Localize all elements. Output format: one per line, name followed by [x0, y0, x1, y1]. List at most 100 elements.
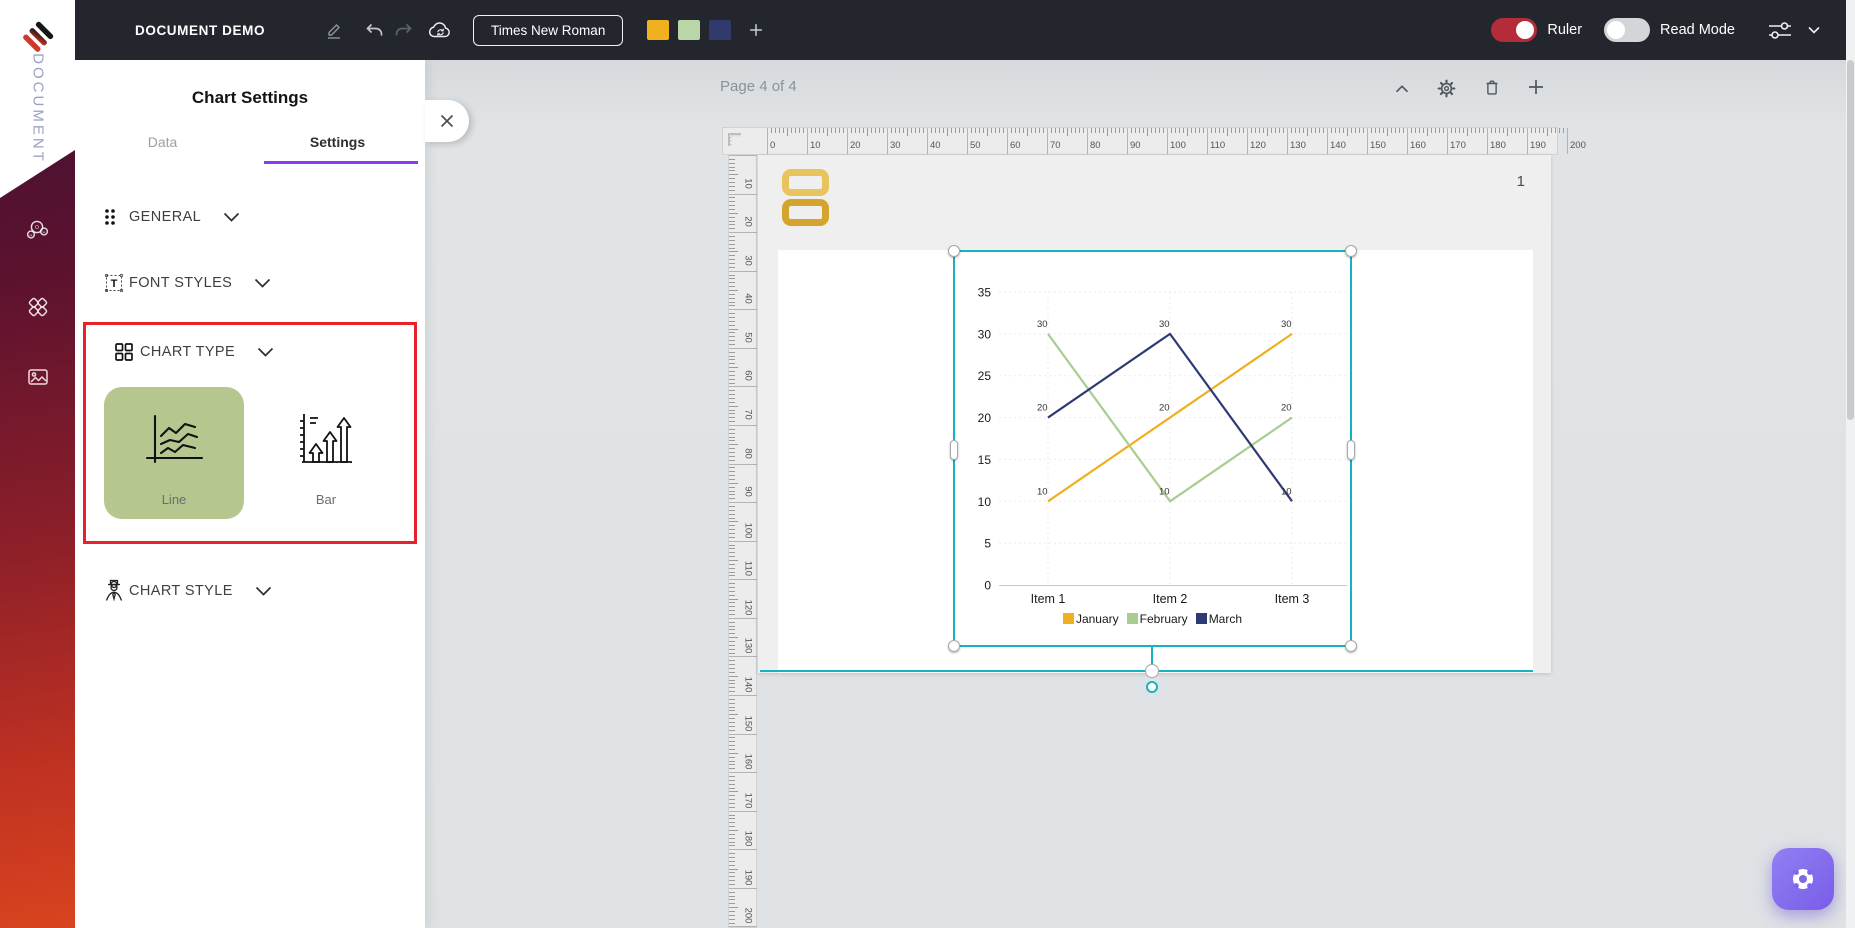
section-general[interactable]: GENERAL [75, 204, 425, 230]
toggle-knob [1607, 21, 1626, 39]
resize-handle-bottom-center[interactable] [1145, 664, 1159, 678]
svg-text:Item 1: Item 1 [1031, 592, 1066, 606]
option-label: Bar [315, 492, 337, 507]
swatch-navy[interactable] [709, 20, 732, 40]
svg-text:5: 5 [984, 537, 991, 551]
shapes-icon[interactable] [23, 292, 53, 322]
chevron-down-icon[interactable] [255, 586, 272, 597]
ruler-toggle[interactable] [1491, 18, 1538, 42]
sliders-icon[interactable] [1765, 15, 1795, 45]
svg-text:H: H [29, 232, 32, 237]
chart-settings-panel: Chart Settings Data Settings GENERAL T F… [75, 60, 425, 928]
chart-type-highlight-box: CHART TYPE Line Bar [83, 322, 417, 544]
legend-swatch [1195, 613, 1207, 624]
chart-type-option-line[interactable]: Line [104, 387, 244, 519]
legend-item: March [1195, 612, 1242, 626]
section-font-styles[interactable]: T FONT STYLES [75, 270, 425, 296]
resize-handle-bottom-right[interactable] [1345, 640, 1357, 652]
page-number: 1 [1516, 173, 1525, 190]
resize-handle-top-right[interactable] [1345, 245, 1357, 257]
line-chart-plot: 0 5 10 15 20 25 30 35 Item 1 Item 2 Item 3 10 20 30 30… [978, 286, 1347, 606]
svg-text:30: 30 [1159, 319, 1170, 330]
chart-type-option-bar[interactable]: Bar [256, 387, 396, 519]
page-scrollbar[interactable] [1846, 0, 1855, 928]
page-indicator: Page 4 of 4 [720, 78, 797, 95]
gear-icon[interactable] [1433, 75, 1459, 101]
chart-type-icon [114, 342, 140, 362]
svg-text:H: H [42, 229, 45, 234]
section-chart-style[interactable]: CHART STYLE [75, 578, 425, 604]
chevron-down-icon[interactable] [1799, 15, 1829, 45]
section-label: CHART TYPE [140, 344, 236, 360]
resize-handle-bottom-left[interactable] [948, 640, 960, 652]
chevron-down-icon[interactable] [257, 347, 274, 358]
svg-text:30: 30 [1037, 319, 1048, 330]
document-title: DOCUMENT DEMO [135, 22, 266, 38]
svg-text:15: 15 [978, 453, 992, 467]
selected-chart-object[interactable]: 0 5 10 15 20 25 30 35 Item 1 Item 2 Item 3 10 20 30 30… [948, 245, 1357, 652]
svg-text:Item 3: Item 3 [1275, 592, 1310, 606]
help-fab-button[interactable] [1772, 848, 1834, 910]
document-canvas: Page 4 of 4 0 10 20 30 40 50 60 70 80 90… [425, 60, 1855, 928]
scrollbar-thumb[interactable] [1847, 60, 1854, 420]
panel-title: Chart Settings [191, 88, 309, 107]
app-root: DOCUMENT O H H DOCUMENT DEMO Times New R… [0, 0, 1855, 928]
section-label: CHART STYLE [129, 583, 233, 599]
horizontal-ruler[interactable]: 0 10 20 30 40 50 60 70 80 90 100 110 120 130 140 150 160… [722, 127, 1586, 155]
font-family-button[interactable]: Times New Roman [473, 14, 624, 46]
trash-icon[interactable] [1479, 75, 1505, 101]
panel-tabs: Data Settings [75, 134, 425, 164]
rotate-handle[interactable] [1146, 681, 1158, 693]
legend-swatch [1062, 613, 1074, 624]
svg-text:30: 30 [978, 327, 992, 341]
svg-text:20: 20 [1037, 403, 1048, 414]
read-mode-toggle[interactable] [1604, 18, 1651, 42]
molecule-icon[interactable]: O H H [23, 215, 53, 245]
chevron-down-icon[interactable] [223, 212, 240, 223]
resize-handle-top-left[interactable] [948, 245, 960, 257]
add-page-icon[interactable] [1523, 74, 1549, 100]
legend-swatch [1126, 613, 1138, 624]
tab-data[interactable]: Data [75, 134, 250, 164]
chevron-down-icon[interactable] [254, 278, 271, 289]
vertical-ruler[interactable]: 10 20 30 40 50 60 70 80 90 100 110 120 130 140 150 160 1… [728, 155, 757, 928]
svg-text:35: 35 [978, 286, 992, 300]
section-chart-type[interactable]: CHART TYPE [86, 339, 414, 365]
logo-bar-top [782, 169, 829, 196]
ruler-toggle-label: Ruler [1547, 22, 1583, 38]
svg-text:T: T [111, 278, 118, 290]
ruler-corner-icon [726, 131, 744, 154]
swatch-yellow[interactable] [647, 20, 670, 40]
page-logo [782, 169, 829, 226]
font-style-icon: T [103, 272, 129, 294]
resize-handle-left[interactable] [950, 440, 958, 460]
drag-dots-icon [103, 207, 129, 227]
edit-pencil-icon[interactable] [319, 15, 349, 45]
image-icon[interactable] [23, 362, 53, 392]
swatch-green[interactable] [678, 20, 701, 40]
section-label: GENERAL [129, 209, 202, 225]
add-swatch-icon[interactable] [741, 15, 771, 45]
undo-icon[interactable] [359, 15, 389, 45]
resize-handle-right[interactable] [1347, 440, 1355, 460]
toggle-knob [1516, 21, 1535, 39]
bar-chart-icon [294, 387, 358, 492]
brand-vertical-text: DOCUMENT [29, 53, 46, 164]
lifebuoy-icon [1793, 869, 1813, 889]
logo-bar-bottom [782, 199, 829, 226]
read-mode-label: Read Mode [1660, 22, 1735, 38]
tab-settings[interactable]: Settings [250, 134, 425, 164]
svg-text:20: 20 [1159, 403, 1170, 414]
person-style-icon [103, 579, 129, 603]
section-label: FONT STYLES [129, 275, 233, 291]
redo-icon[interactable] [389, 15, 419, 45]
option-label: Line [161, 492, 187, 507]
cloud-sync-icon[interactable] [425, 15, 455, 45]
legend-item: February [1126, 612, 1188, 626]
theme-swatches [647, 20, 732, 40]
chart-legend: January February March [955, 612, 1350, 626]
left-sidebar: DOCUMENT O H H [0, 0, 75, 928]
panel-close-button[interactable] [425, 100, 469, 142]
collapse-up-icon[interactable] [1389, 76, 1415, 102]
legend-item: January [1062, 612, 1119, 626]
